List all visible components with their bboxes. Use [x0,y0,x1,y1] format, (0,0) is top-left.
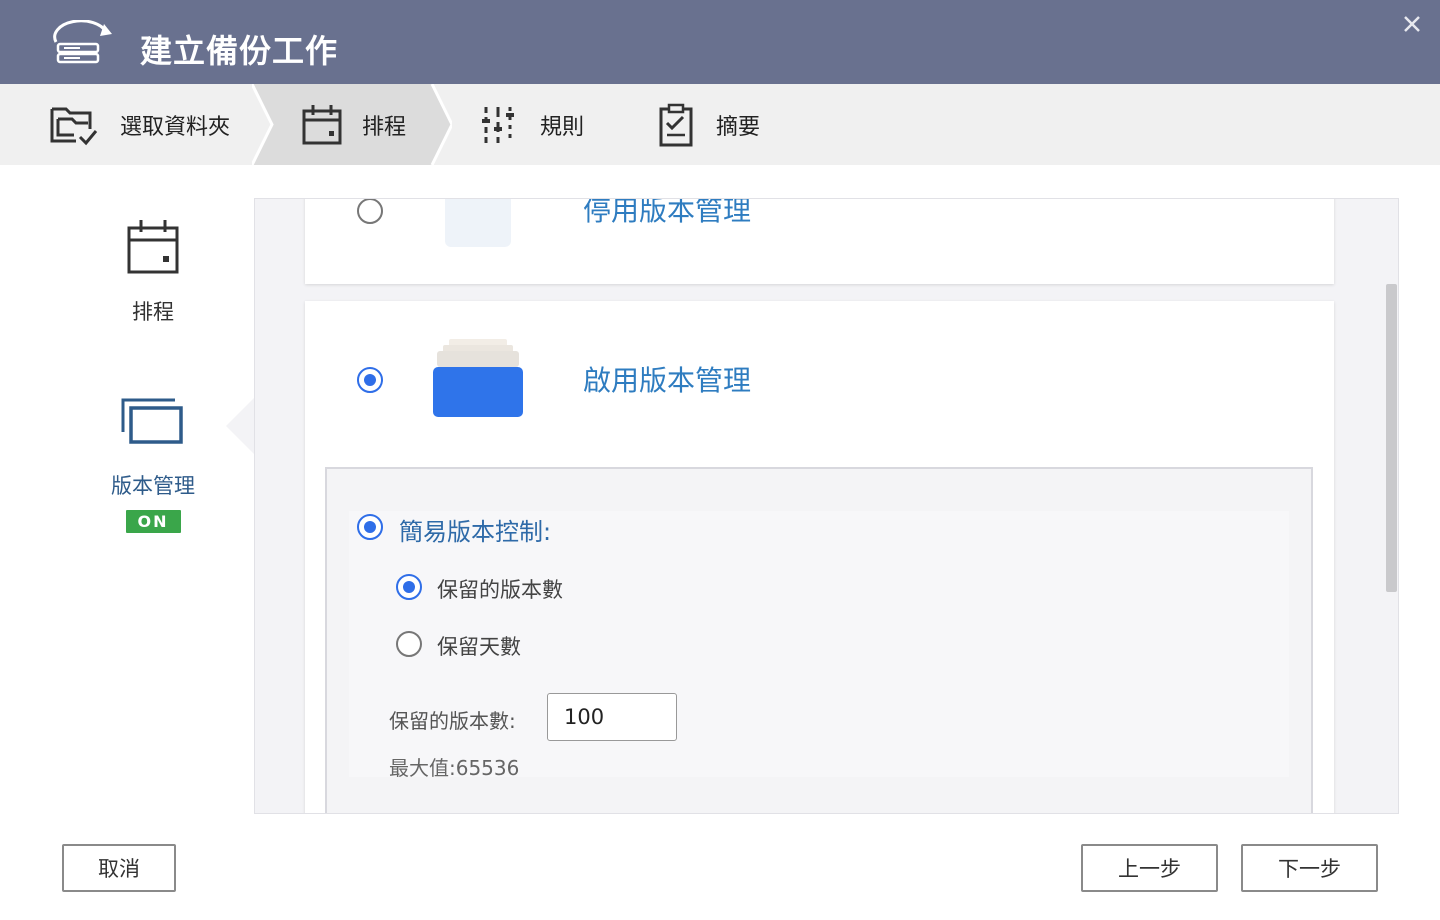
step-label: 規則 [540,114,585,140]
close-icon[interactable] [1398,10,1426,38]
keep-days-radio[interactable] [396,631,422,657]
scrollbar-thumb[interactable] [1386,284,1397,592]
sidebar-item-schedule[interactable]: 排程 [90,218,216,326]
calendar-icon [302,104,342,144]
max-value-hint: 最大值:65536 [389,756,520,780]
enable-versioning-radio[interactable] [357,367,383,393]
keep-versions-radio[interactable] [396,574,422,600]
simple-versioning-label: 簡易版本控制: [399,518,552,546]
versioning-panel: 停用版本管理 啟用版本管理 簡易版本控制: 保留的版本數 保留天數 保留的版本數… [254,198,1399,814]
stacked-folders-icon [433,339,523,417]
disable-versioning-card[interactable]: 停用版本管理 [305,198,1334,284]
step-summary[interactable]: 摘要 [656,84,760,165]
sidebar-item-label: 排程 [132,300,174,324]
step-separator [252,84,274,165]
status-badge: ON [125,510,181,533]
step-label: 排程 [362,114,407,140]
window-title: 建立備份工作 [140,32,339,70]
next-button[interactable]: 下一步 [1241,844,1378,892]
disable-versioning-label: 停用版本管理 [583,198,752,227]
selection-pointer [226,396,256,456]
keep-days-label: 保留天數 [437,635,521,659]
clipboard-check-icon [659,103,693,146]
step-label: 摘要 [716,114,761,140]
backup-drive-icon [53,20,112,64]
version-count-input[interactable] [547,693,677,741]
keep-versions-label: 保留的版本數 [437,578,563,602]
version-count-label: 保留的版本數: [389,709,516,733]
disable-versioning-radio[interactable] [357,199,383,224]
step-separator [430,84,452,165]
enable-versioning-label: 啟用版本管理 [583,364,752,397]
single-folder-icon [445,199,511,247]
scrollbar[interactable] [1383,199,1398,813]
versions-icon [121,398,183,444]
sliders-icon [482,106,514,143]
step-schedule[interactable]: 排程 [302,84,406,165]
wizard-steps: 選取資料夾 排程 規則 摘要 [0,84,1440,165]
calendar-icon [127,220,179,274]
step-rules[interactable]: 規則 [480,84,584,165]
step-select-folder[interactable]: 選取資料夾 [50,84,230,165]
step-label: 選取資料夾 [120,114,231,140]
cancel-button[interactable]: 取消 [62,844,176,892]
versioning-settings: 簡易版本控制: 保留的版本數 保留天數 保留的版本數: 最大值:65536 [325,467,1313,813]
previous-button[interactable]: 上一步 [1081,844,1218,892]
sidebar-item-label: 版本管理 [111,474,195,498]
simple-versioning-radio[interactable] [357,514,383,540]
sidebar-item-versioning[interactable]: 版本管理 ON [90,394,216,533]
enable-versioning-card[interactable]: 啟用版本管理 簡易版本控制: 保留的版本數 保留天數 保留的版本數: 最大值:6… [305,301,1334,813]
folder-check-icon [50,107,98,145]
title-bar: 建立備份工作 [0,0,1440,84]
